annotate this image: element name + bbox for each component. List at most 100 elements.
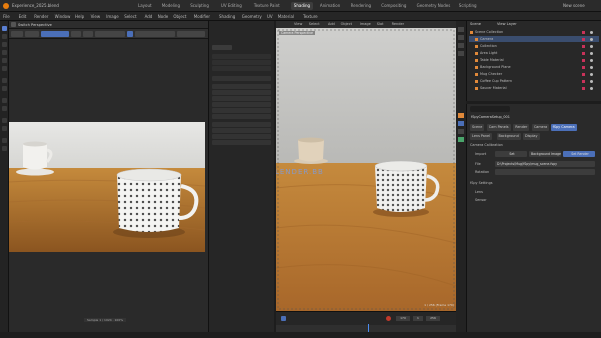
eyedropper-tool-icon[interactable] — [2, 106, 7, 111]
viewport-menu-item[interactable]: Render — [392, 22, 404, 26]
n-panel-field[interactable] — [212, 128, 271, 133]
properties-subtab[interactable]: Display — [523, 133, 540, 140]
outliner-row[interactable]: Coffee Cup Pattern — [469, 78, 599, 84]
workspace-tab[interactable]: Scripting — [456, 2, 480, 10]
n-panel-field[interactable] — [212, 102, 271, 107]
crop-tool-icon[interactable] — [2, 146, 7, 151]
rotate-tool-icon[interactable] — [2, 50, 7, 55]
properties-tab[interactable]: Cam Panels — [486, 124, 511, 131]
annotate-tool-icon[interactable] — [2, 78, 7, 83]
render-camera-icon[interactable] — [582, 58, 585, 62]
world-props-icon[interactable] — [458, 51, 464, 56]
render-camera-icon[interactable] — [582, 51, 585, 55]
visibility-eye-icon[interactable] — [590, 30, 593, 34]
visibility-eye-icon[interactable] — [590, 65, 593, 69]
workspace-tab[interactable]: UV Editing — [218, 2, 245, 10]
visibility-eye-icon[interactable] — [590, 79, 593, 83]
display-mode-button[interactable] — [135, 31, 175, 37]
subsection-heading[interactable]: Sensor — [475, 198, 487, 202]
render-camera-icon[interactable] — [582, 44, 585, 48]
import-option-button[interactable]: Set — [495, 151, 527, 157]
modifier-props-icon[interactable] — [458, 121, 464, 126]
grab-tool-icon[interactable] — [2, 138, 7, 143]
file-path-field[interactable]: D:\Projects\Mug\fSpy\mug_scene.fspy — [495, 161, 595, 167]
image-open-button[interactable] — [95, 31, 125, 37]
image-slot-button[interactable] — [41, 31, 69, 37]
constraint-props-icon[interactable] — [458, 129, 464, 134]
outliner-row[interactable]: Area Light — [469, 50, 599, 56]
visibility-eye-icon[interactable] — [590, 51, 593, 55]
menu-item[interactable]: Material — [278, 14, 294, 19]
outliner-row[interactable]: Background Plane — [469, 64, 599, 70]
menu-item[interactable]: Shading — [219, 14, 235, 19]
select-tool-icon[interactable] — [2, 26, 7, 31]
workspace-tab[interactable]: Animation — [317, 2, 343, 10]
menu-item[interactable]: Object — [173, 14, 186, 19]
start-frame-field[interactable]: 1 — [413, 316, 423, 321]
subsection-heading[interactable]: Lens — [475, 190, 483, 194]
properties-tab[interactable]: fSpy Camera — [550, 124, 577, 131]
image-new-button[interactable] — [83, 31, 93, 37]
n-panel-field[interactable] — [212, 76, 271, 81]
scene-label[interactable]: New scene — [563, 3, 585, 8]
menu-item[interactable]: Help — [75, 14, 84, 19]
paint-tool-icon[interactable] — [2, 118, 7, 123]
outliner-row[interactable]: Table Material — [469, 57, 599, 63]
menu-item[interactable]: Select — [124, 14, 136, 19]
outliner-panel[interactable]: Scene View Layer Scene Collection Camera C… — [466, 21, 601, 101]
workspace-tab[interactable]: Layout — [135, 2, 155, 10]
properties-tab[interactable]: Camera — [531, 124, 550, 131]
menu-item[interactable]: Node — [158, 14, 168, 19]
transform-tool-icon[interactable] — [2, 66, 7, 71]
properties-subtab[interactable]: Background — [496, 133, 521, 140]
import-option-button[interactable]: Background Image — [529, 151, 561, 157]
menu-item[interactable]: Image — [106, 14, 119, 19]
menu-item[interactable]: Render — [34, 14, 48, 19]
viewport-menu-item[interactable]: View — [294, 22, 302, 26]
menu-item[interactable]: Modifier — [194, 14, 210, 19]
menu-item[interactable]: UV — [267, 14, 273, 19]
data-props-icon[interactable] — [458, 137, 464, 142]
n-panel-field[interactable] — [212, 60, 271, 65]
render-camera-icon[interactable] — [582, 30, 585, 34]
add-cube-tool-icon[interactable] — [2, 98, 7, 103]
current-frame-field[interactable]: 170 — [396, 316, 410, 321]
zoom-button[interactable] — [177, 31, 205, 37]
end-frame-field[interactable]: 256 — [426, 316, 440, 321]
view-layer-label[interactable]: View Layer — [497, 22, 517, 26]
record-button[interactable] — [386, 316, 391, 321]
image-editor-panel[interactable]: Switch Perspective Sample 1 / 1024 · 100… — [9, 21, 208, 338]
outliner-row[interactable]: Mug Checker — [469, 71, 599, 77]
render-camera-icon[interactable] — [582, 79, 585, 83]
visibility-eye-icon[interactable] — [590, 72, 593, 76]
fspy-settings-heading[interactable]: fSpy Settings — [470, 181, 493, 185]
editor-type-icon[interactable] — [11, 22, 16, 27]
visibility-eye-icon[interactable] — [590, 44, 593, 48]
move-tool-icon[interactable] — [2, 42, 7, 47]
n-panel-field[interactable] — [212, 114, 271, 119]
properties-subtab[interactable]: Lens Panel — [470, 133, 493, 140]
render-camera-icon[interactable] — [582, 86, 585, 90]
measure-tool-icon[interactable] — [2, 86, 7, 91]
menu-item[interactable]: Texture — [303, 14, 318, 19]
image-browse-button[interactable] — [71, 31, 81, 37]
object-props-icon[interactable] — [458, 113, 464, 118]
workspace-tab[interactable]: Texture Paint — [251, 2, 283, 10]
properties-tab[interactable]: Scene — [470, 124, 485, 131]
output-props-icon[interactable] — [458, 35, 464, 40]
viewport-menu-item[interactable]: Object — [341, 22, 352, 26]
workspace-tab[interactable]: Modeling — [159, 2, 183, 10]
viewport-menu-item[interactable]: Select — [309, 22, 320, 26]
render-props-icon[interactable] — [458, 27, 464, 32]
menu-item[interactable]: Geometry — [242, 14, 262, 19]
visibility-eye-icon[interactable] — [590, 58, 593, 62]
scale-tool-icon[interactable] — [2, 58, 7, 63]
render-camera-icon[interactable] — [582, 37, 585, 41]
n-panel-field[interactable] — [212, 90, 271, 95]
render-camera-icon[interactable] — [582, 72, 585, 76]
menu-item[interactable]: View — [91, 14, 101, 19]
menu-item[interactable]: Add — [145, 14, 153, 19]
sample-tool-icon[interactable] — [2, 126, 7, 131]
visibility-eye-icon[interactable] — [590, 37, 593, 41]
3d-viewport[interactable]: Camera Perspective WWW.BLENDER.BB 1 / 25… — [276, 28, 456, 311]
